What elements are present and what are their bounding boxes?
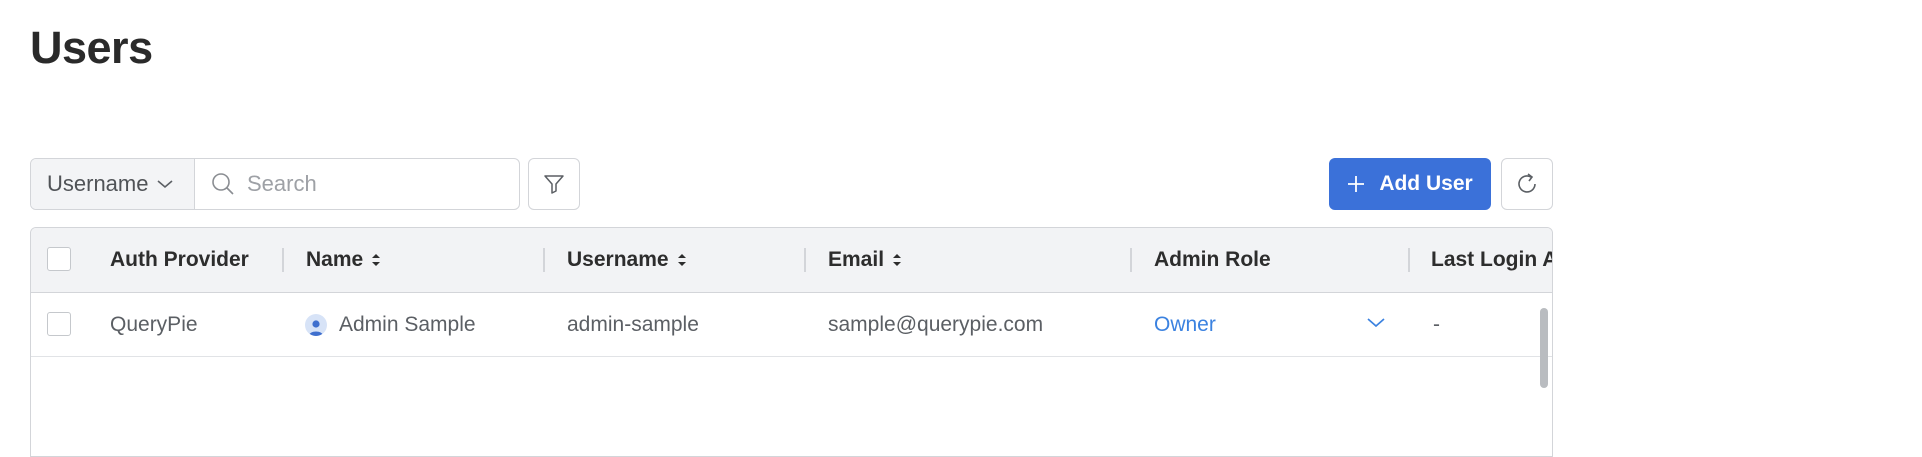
column-header-admin-role: Admin Role	[1154, 247, 1271, 271]
column-divider[interactable]	[543, 248, 545, 272]
cell-name: Admin Sample	[305, 293, 476, 356]
refresh-icon	[1518, 173, 1536, 193]
chevron-down-icon[interactable]	[1366, 315, 1386, 329]
vertical-scrollbar[interactable]	[1540, 308, 1548, 388]
row-checkbox[interactable]	[47, 312, 71, 336]
column-header-last-login: Last Login A	[1431, 247, 1553, 271]
table-row[interactable]: QueryPie Admin Sample admin-sample sampl…	[31, 293, 1552, 357]
column-divider[interactable]	[282, 248, 284, 272]
cell-last-login: -	[1433, 312, 1440, 336]
add-user-button[interactable]: Add User	[1329, 158, 1491, 210]
plus-icon	[1348, 176, 1365, 192]
column-header-email[interactable]: Email	[828, 228, 902, 291]
table-header: Auth Provider Name Username Email Admin …	[31, 228, 1552, 293]
chevron-down-icon	[157, 180, 174, 189]
column-divider[interactable]	[1408, 248, 1410, 272]
column-header-name[interactable]: Name	[306, 228, 381, 291]
cell-username: admin-sample	[567, 312, 699, 336]
cell-email: sample@querypie.com	[828, 312, 1044, 336]
column-header-username[interactable]: Username	[567, 228, 687, 291]
search-box	[195, 159, 519, 209]
user-name: Admin Sample	[339, 312, 476, 336]
filter-button[interactable]	[528, 158, 580, 210]
column-divider[interactable]	[1130, 248, 1132, 272]
cell-auth-provider: QueryPie	[110, 312, 198, 336]
search-icon	[212, 173, 234, 195]
search-field-value: Username	[47, 171, 149, 196]
select-all-checkbox[interactable]	[47, 247, 71, 271]
search-field-select[interactable]: Username	[31, 159, 195, 209]
filter-icon	[544, 175, 564, 194]
user-icon	[309, 319, 323, 336]
search-group: Username	[30, 158, 520, 210]
sort-icon	[893, 253, 902, 266]
search-input[interactable]	[245, 170, 489, 198]
admin-role-select[interactable]: Owner	[1154, 293, 1216, 356]
add-user-label: Add User	[1379, 172, 1473, 195]
avatar	[305, 313, 327, 336]
refresh-button[interactable]	[1501, 158, 1553, 210]
page-title: Users	[30, 22, 153, 73]
users-table: Auth Provider Name Username Email Admin …	[30, 227, 1553, 457]
column-divider[interactable]	[804, 248, 806, 272]
column-header-auth-provider: Auth Provider	[110, 247, 249, 271]
sort-icon	[372, 253, 381, 266]
sort-icon	[677, 253, 686, 266]
